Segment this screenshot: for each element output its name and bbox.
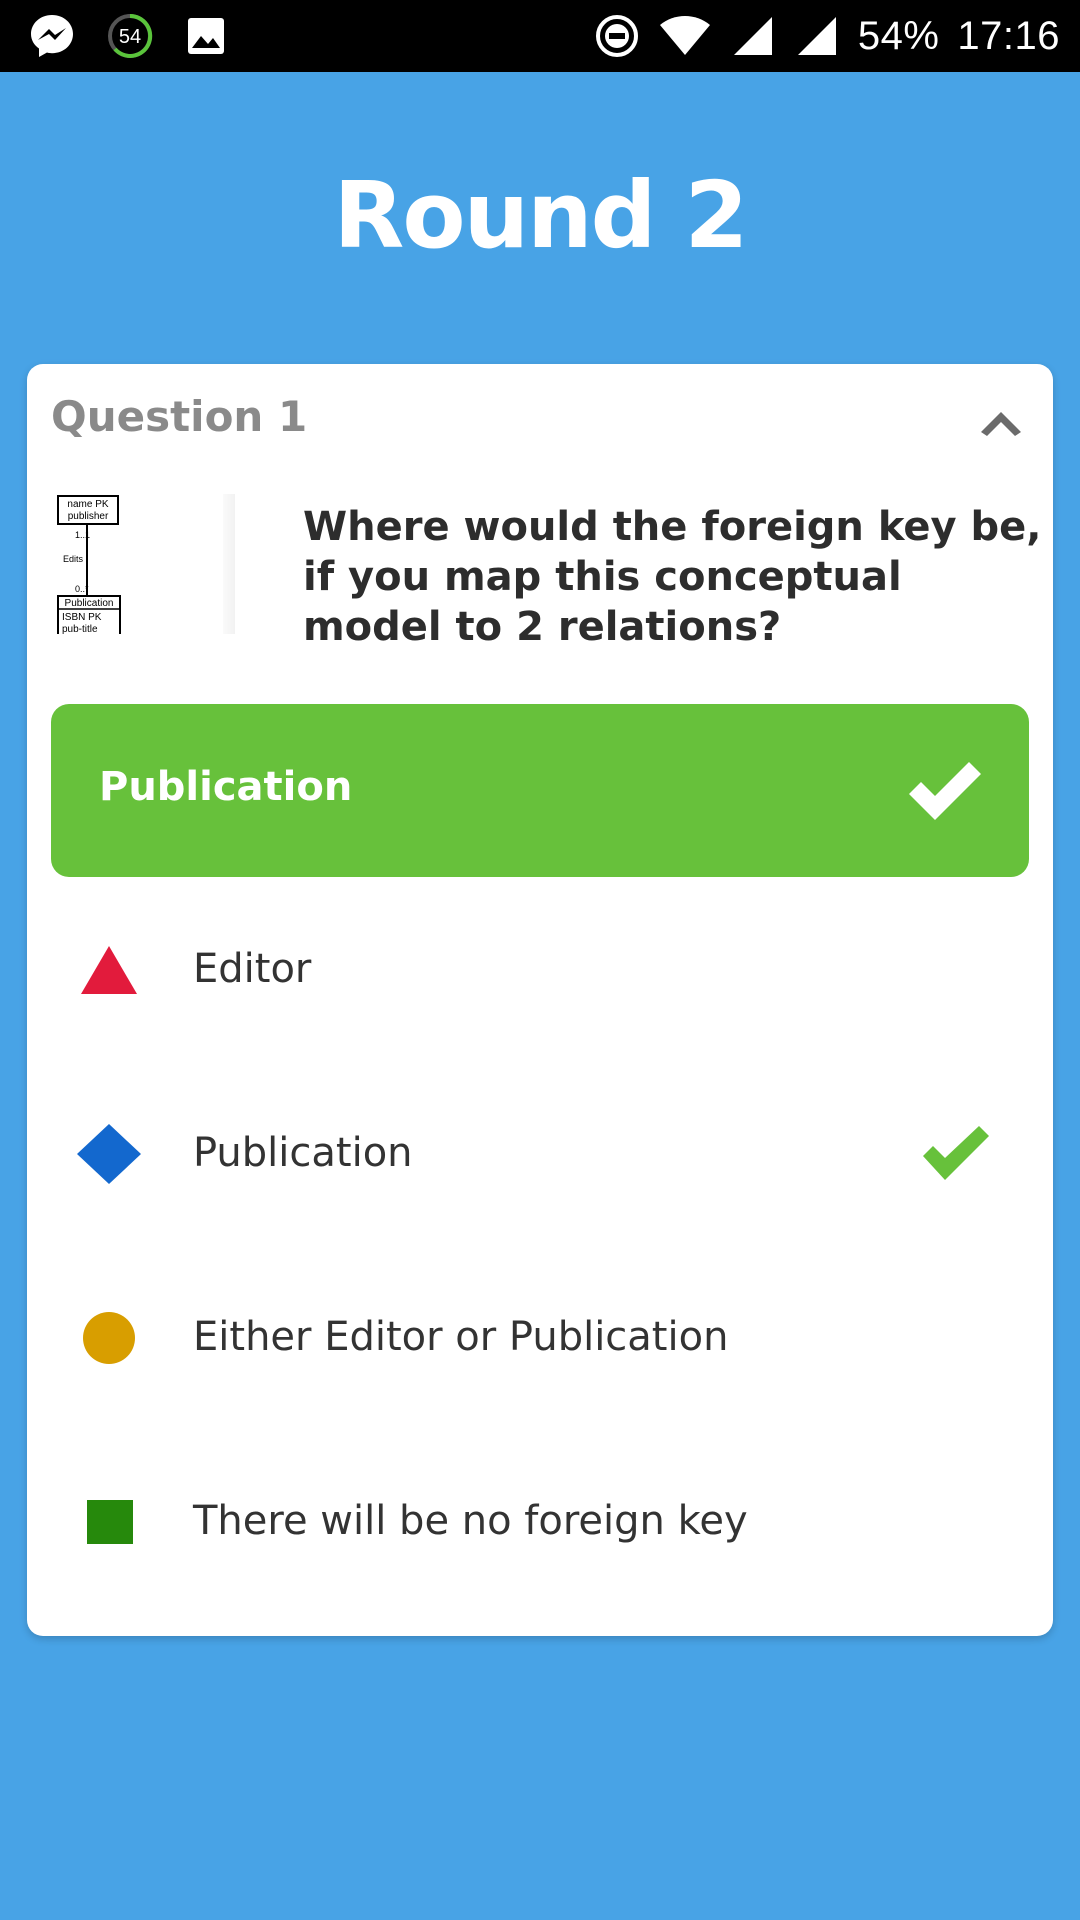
thumbnail-divider — [223, 494, 235, 634]
option-no-foreign-key[interactable]: There will be no foreign key — [51, 1462, 1029, 1582]
diagram-cardinality-bottom: 0..* — [75, 584, 89, 594]
option-label: Publication — [193, 1130, 413, 1176]
correct-check-icon — [923, 1126, 989, 1180]
do-not-disturb-icon — [595, 15, 638, 57]
wifi-icon — [659, 16, 710, 55]
signal-icon — [733, 17, 772, 55]
image-icon — [188, 18, 224, 54]
option-label: Either Editor or Publication — [193, 1314, 729, 1360]
question-text: Where would the foreign key be, if you m… — [303, 504, 1042, 650]
question-header: Question 1 — [51, 392, 308, 441]
diagram-top-line-2: publisher — [68, 511, 109, 522]
circle-icon — [83, 1312, 135, 1364]
round-title: Round 2 — [333, 162, 749, 269]
chevron-up-icon[interactable] — [977, 400, 1025, 444]
diagram-bottom-line-1: Publication — [65, 598, 114, 609]
diamond-icon — [77, 1124, 141, 1184]
clock: 17:16 — [957, 13, 1060, 58]
diagram-top-line-1: name PK — [67, 499, 108, 510]
diagram-bottom-line-2: ISBN PK — [62, 612, 102, 623]
option-label: There will be no foreign key — [193, 1498, 748, 1544]
check-icon — [909, 762, 981, 820]
data-usage-icon: 54 — [108, 13, 153, 58]
messenger-icon — [31, 15, 73, 57]
selected-answer-label: Publication — [99, 764, 353, 810]
diagram-relationship: Edits — [63, 554, 84, 564]
option-publication[interactable]: Publication — [51, 1094, 1029, 1214]
data-usage-value: 54 — [119, 26, 141, 48]
diagram-bottom-line-3: pub-title — [62, 624, 98, 634]
option-either[interactable]: Either Editor or Publication — [51, 1278, 1029, 1398]
option-editor[interactable]: Editor — [51, 910, 1029, 1030]
square-icon — [87, 1500, 133, 1544]
conceptual-model-thumbnail[interactable]: name PK publisher 1..1 Edits 0..* Public… — [57, 494, 129, 634]
signal-icon-2 — [797, 17, 836, 55]
diagram-cardinality-top: 1..1 — [75, 530, 90, 540]
selected-answer-banner: Publication — [51, 704, 1029, 877]
triangle-icon — [81, 946, 137, 994]
battery-percent: 54% — [857, 13, 940, 58]
question-card: Question 1 name PK publisher 1..1 Edits … — [27, 364, 1053, 1636]
status-bar: 54 54% 17:16 — [0, 0, 1080, 72]
option-label: Editor — [193, 946, 312, 992]
